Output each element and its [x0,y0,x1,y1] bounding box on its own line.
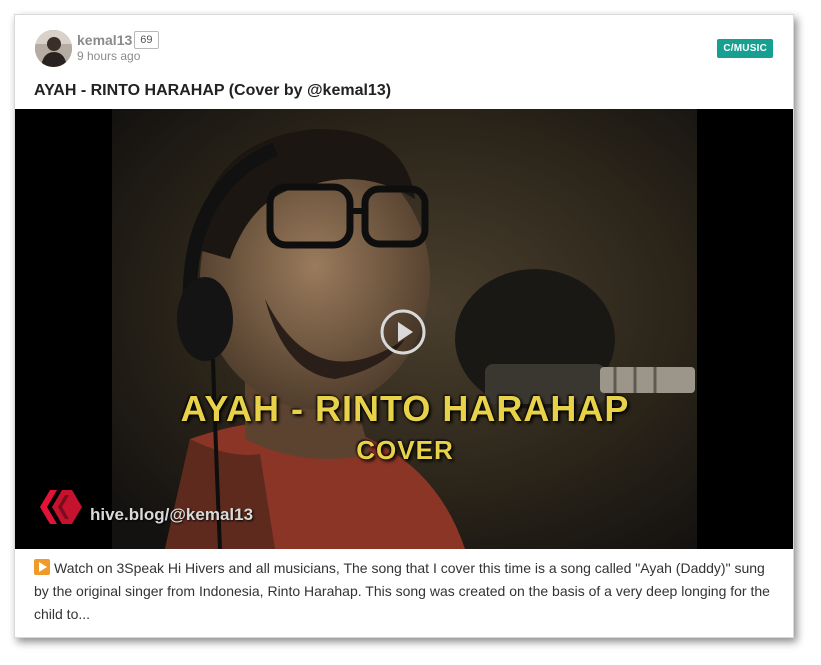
play-circle-icon[interactable] [380,309,426,355]
post-timestamp[interactable]: 9 hours ago [77,48,140,64]
video-overlay-subtitle: COVER [356,435,454,465]
video-thumbnail[interactable]: AYAH - RINTO HARAHAP COVER hive.blog/@ke… [15,109,793,549]
author-avatar[interactable] [35,30,72,67]
community-badge[interactable]: C/MUSIC [717,39,773,58]
post-description-text: Watch on 3Speak Hi Hivers and all musici… [34,560,770,622]
post-title[interactable]: AYAH - RINTO HARAHAP (Cover by @kemal13) [34,81,391,101]
post-header: kemal13 69 9 hours ago C/MUSIC [15,15,793,77]
play-emoji-icon [34,559,50,575]
post-description[interactable]: Watch on 3Speak Hi Hivers and all musici… [34,557,779,626]
author-row: kemal13 69 [77,30,159,50]
hive-logo-icon [40,490,82,524]
author-name[interactable]: kemal13 [77,31,132,49]
reputation-badge: 69 [134,31,159,49]
video-watermark: hive.blog/@kemal13 [90,505,254,524]
post-card[interactable]: kemal13 69 9 hours ago C/MUSIC AYAH - RI… [14,14,794,638]
video-overlay-title: AYAH - RINTO HARAHAP [180,388,630,429]
